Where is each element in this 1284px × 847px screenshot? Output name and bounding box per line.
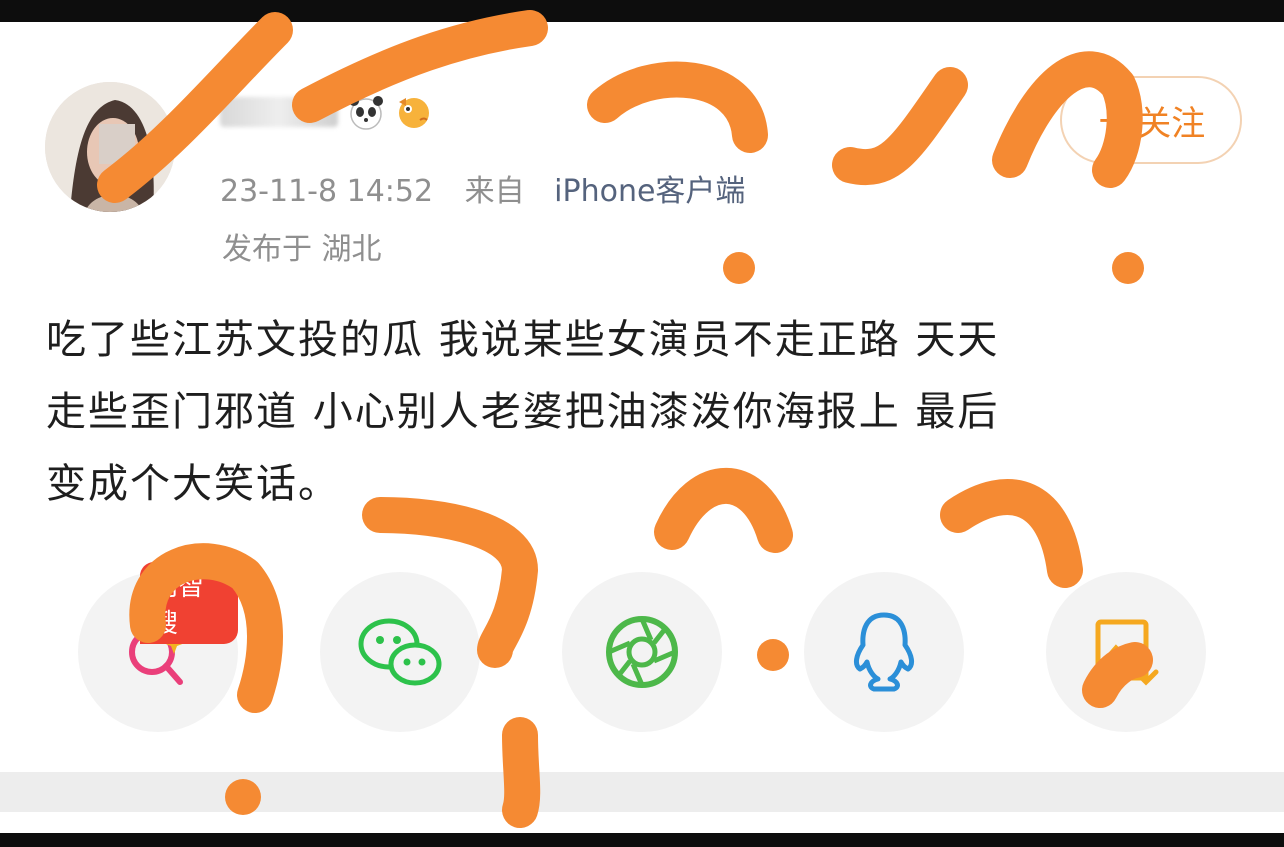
ai-search-badge: 问智搜: [140, 562, 238, 644]
avatar[interactable]: [45, 82, 175, 212]
qq-icon: [853, 612, 915, 692]
panda-emoji-icon: [349, 96, 383, 130]
bottom-bar: [0, 833, 1284, 847]
follow-label: 关注: [1137, 103, 1206, 144]
post-content: 吃了些江苏文投的瓜 我说某些女演员不走正路 天天 走些歪门邪道 小心别人老婆把油…: [46, 304, 1236, 520]
section-divider: [0, 772, 1284, 812]
content-line: 走些歪门邪道 小心别人老婆把油漆泼你海报上 最后: [46, 389, 1000, 435]
share-wechat-button[interactable]: [320, 572, 480, 732]
share-ai-search-button[interactable]: 问智搜: [78, 562, 238, 732]
post-location: 发布于 湖北: [222, 232, 382, 267]
share-moments-button[interactable]: [562, 572, 722, 732]
post-time: 23-11-8 14:52: [220, 174, 434, 209]
username[interactable]: [220, 92, 434, 132]
share-save-image-button[interactable]: [1046, 572, 1206, 732]
post-source[interactable]: iPhone客户端: [554, 174, 745, 209]
status-bar: [0, 0, 1284, 22]
fish-emoji-icon: [399, 98, 429, 128]
follow-button[interactable]: + 关注: [1060, 76, 1242, 164]
content-line: 变成个大笑话。: [46, 461, 340, 507]
save-image-icon: [1095, 619, 1159, 686]
follow-plus-icon: +: [1096, 100, 1126, 140]
wechat-icon: [358, 618, 442, 686]
share-bar: 问智搜: [78, 562, 1208, 732]
post-meta: 23-11-8 14:52 来自 iPhone客户端: [220, 166, 745, 210]
blurred-username: [220, 97, 338, 127]
share-qq-button[interactable]: [804, 572, 964, 732]
moments-shutter-icon: [606, 616, 678, 688]
post-from-label: 来自: [464, 174, 525, 209]
content-line: 吃了些江苏文投的瓜 我说某些女演员不走正路 天天: [46, 317, 1000, 363]
avatar-image: [45, 82, 175, 212]
